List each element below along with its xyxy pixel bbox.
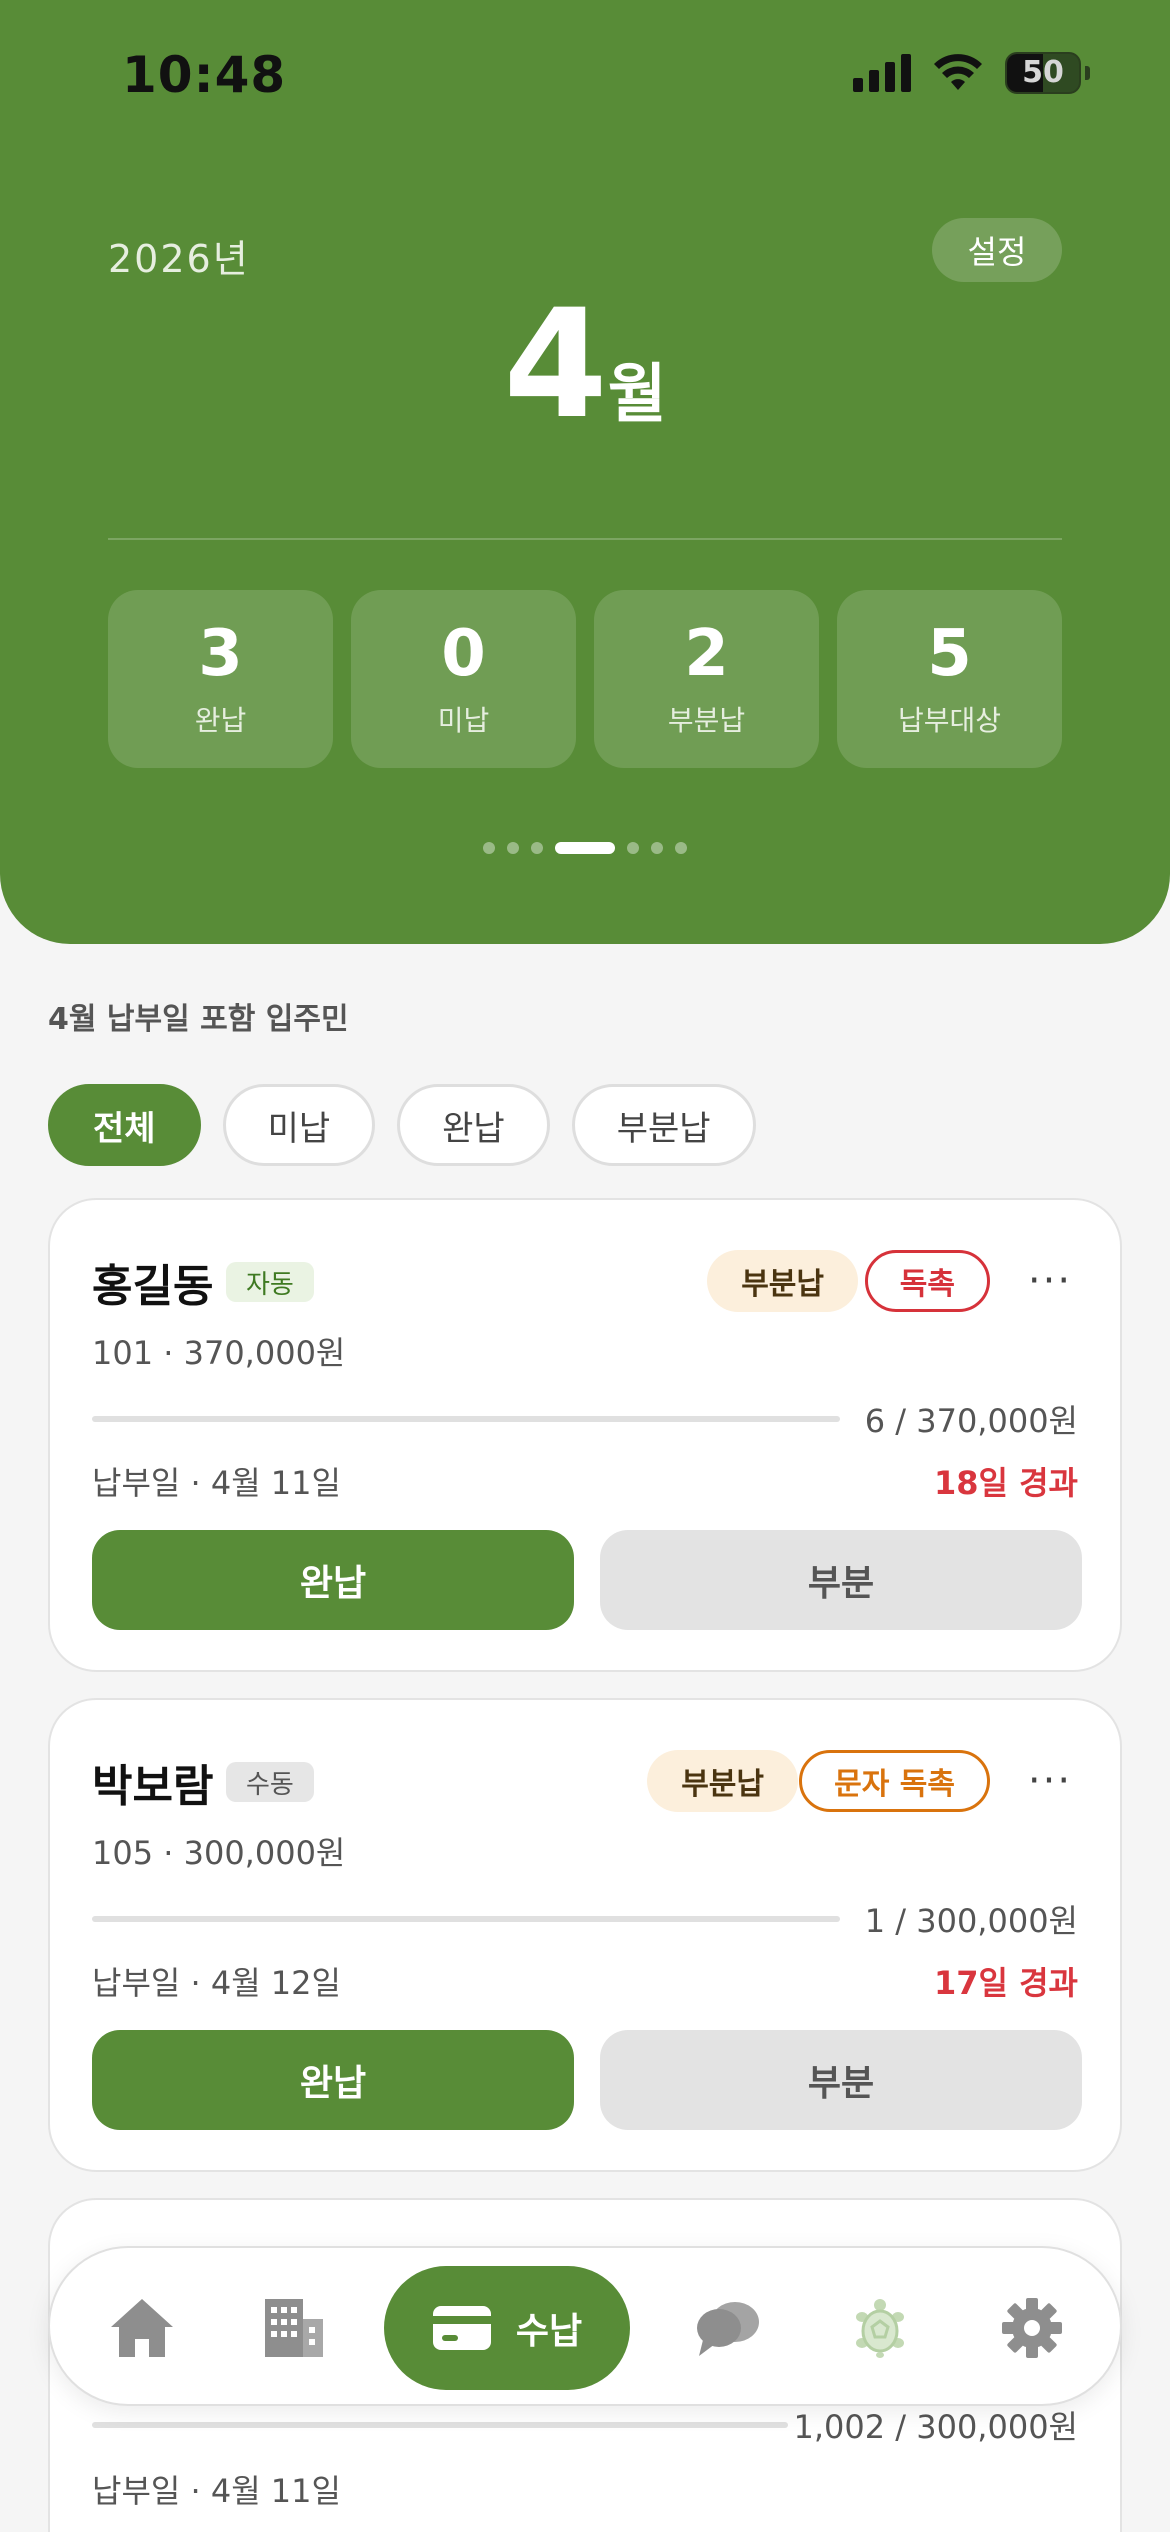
stat-partial[interactable]: 2 부분납 xyxy=(594,590,819,768)
pager-dot[interactable] xyxy=(627,842,639,854)
month-header: 10:48 50 2026년 설정 4월 3 완납 0 미납 2 부분납 5 납… xyxy=(0,0,1170,944)
signal-icon xyxy=(853,54,911,92)
turtle-icon[interactable] xyxy=(840,2288,920,2368)
stat-value: 3 xyxy=(198,616,243,691)
stat-label: 완납 xyxy=(194,704,247,738)
month-title[interactable]: 4월 xyxy=(0,278,1170,452)
stat-value: 0 xyxy=(441,616,486,691)
pager-dot[interactable] xyxy=(675,842,687,854)
more-icon[interactable]: ··· xyxy=(1020,1750,1080,1812)
month-unit: 월 xyxy=(607,358,667,432)
partial-pay-button[interactable]: 부분 xyxy=(600,2030,1082,2130)
stats-row: 3 완납 0 미납 2 부분납 5 납부대상 xyxy=(108,590,1062,768)
stat-target[interactable]: 5 납부대상 xyxy=(837,590,1062,768)
header-divider xyxy=(108,538,1062,540)
resident-card[interactable]: 홍길동 자동 부분납 독촉 ··· 101 · 370,000원 6 / 370… xyxy=(48,1198,1122,1672)
filter-paid[interactable]: 완납 xyxy=(397,1084,550,1166)
building-icon[interactable] xyxy=(254,2288,334,2368)
overdue-days: 18일 경과 xyxy=(934,1464,1078,1502)
home-icon[interactable] xyxy=(102,2288,182,2368)
progress-bar xyxy=(92,1416,840,1422)
stat-label: 부분납 xyxy=(667,704,746,738)
paid-amount: 1 / 300,000원 xyxy=(864,1902,1078,1940)
filter-unpaid[interactable]: 미납 xyxy=(222,1084,376,1166)
month-number: 4 xyxy=(503,278,608,452)
wifi-icon xyxy=(934,54,982,90)
stat-paid[interactable]: 3 완납 xyxy=(108,590,333,768)
payment-type-tag: 수동 xyxy=(226,1762,314,1802)
due-date: 납부일 · 4월 11일 xyxy=(92,2472,341,2510)
month-pager[interactable] xyxy=(0,842,1170,854)
more-icon[interactable]: ··· xyxy=(1020,1250,1080,1312)
status-time: 10:48 xyxy=(122,46,287,104)
progress-bar xyxy=(92,2422,788,2428)
unit-amount: 105 · 300,000원 xyxy=(92,1834,346,1872)
paid-amount: 1,002 / 300,000원 xyxy=(793,2408,1078,2446)
due-date: 납부일 · 4월 11일 xyxy=(92,1464,341,1502)
stat-value: 5 xyxy=(927,616,972,691)
pager-dot[interactable] xyxy=(531,842,543,854)
remind-button[interactable]: 독촉 xyxy=(864,1250,990,1312)
chat-icon[interactable] xyxy=(688,2288,768,2368)
bottom-nav: 수납 xyxy=(48,2246,1122,2406)
settings-button[interactable]: 설정 xyxy=(932,218,1062,282)
status-icons: 50 xyxy=(853,52,1090,94)
resident-name: 홍길동 xyxy=(92,1261,214,1312)
sms-remind-button[interactable]: 문자 독촉 xyxy=(799,1750,990,1812)
card-icon xyxy=(432,2306,491,2350)
due-date: 납부일 · 4월 12일 xyxy=(92,1964,341,2002)
pager-dot[interactable] xyxy=(483,842,495,854)
status-badge: 부분납 xyxy=(647,1750,798,1812)
status-badge: 부분납 xyxy=(707,1250,858,1312)
stat-unpaid[interactable]: 0 미납 xyxy=(351,590,576,768)
gear-icon[interactable] xyxy=(992,2288,1072,2368)
partial-pay-button[interactable]: 부분 xyxy=(600,1530,1082,1630)
progress-bar xyxy=(92,1916,840,1922)
nav-payment-label: 수납 xyxy=(515,2311,583,2352)
payment-type-tag: 자동 xyxy=(226,1262,314,1302)
overdue-days: 17일 경과 xyxy=(934,1964,1078,2002)
mark-paid-button[interactable]: 완납 xyxy=(92,2030,574,2130)
mark-paid-button[interactable]: 완납 xyxy=(92,1530,574,1630)
filter-all[interactable]: 전체 xyxy=(48,1084,201,1166)
stat-label: 납부대상 xyxy=(897,704,1002,738)
battery-icon: 50 xyxy=(1005,52,1081,94)
filter-partial[interactable]: 부분납 xyxy=(571,1084,756,1166)
resident-name: 박보람 xyxy=(92,1761,214,1812)
section-title: 4월 납부일 포함 입주민 xyxy=(48,1002,349,1037)
pager-dot[interactable] xyxy=(507,842,519,854)
pager-dot[interactable] xyxy=(555,842,615,854)
filter-chips: 전체 미납 완납 부분납 xyxy=(48,1084,756,1166)
stat-value: 2 xyxy=(684,616,729,691)
unit-amount: 101 · 370,000원 xyxy=(92,1334,346,1372)
resident-card[interactable]: 박보람 수동 부분납 문자 독촉 ··· 105 · 300,000원 1 / … xyxy=(48,1698,1122,2172)
stat-label: 미납 xyxy=(437,704,490,738)
nav-payment-tab[interactable]: 수납 xyxy=(384,2266,630,2390)
pager-dot[interactable] xyxy=(651,842,663,854)
year-label: 2026년 xyxy=(108,237,250,281)
paid-amount: 6 / 370,000원 xyxy=(864,1402,1078,1440)
